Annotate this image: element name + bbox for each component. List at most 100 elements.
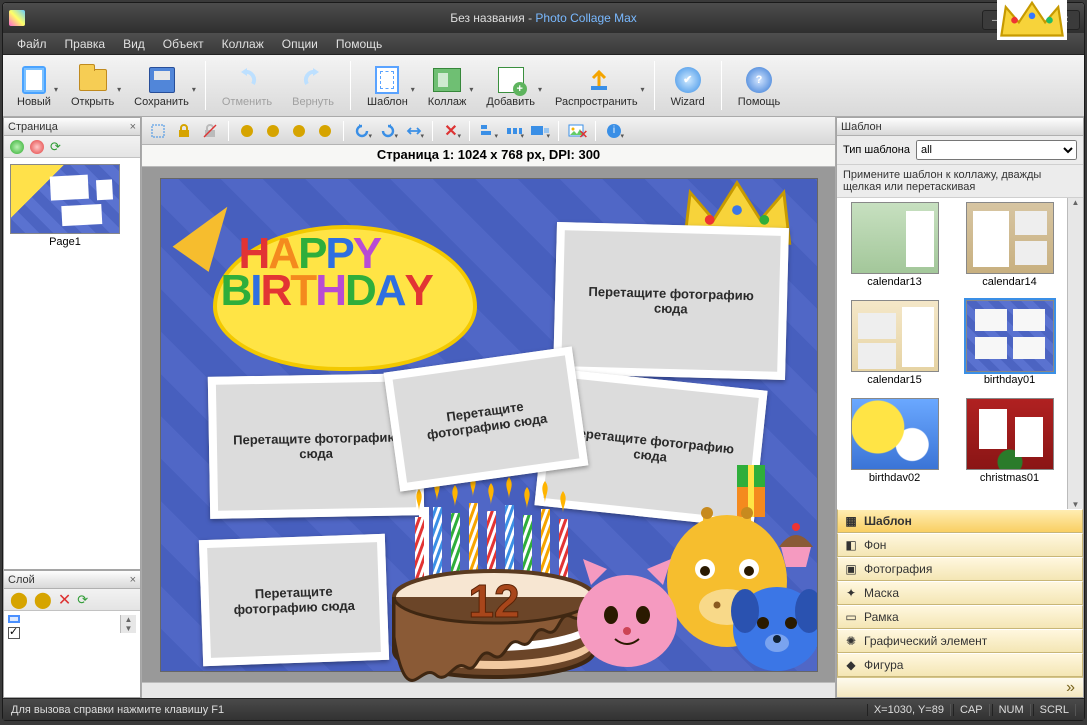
accordion-Фотография[interactable]: ▣ Фотография bbox=[837, 557, 1083, 581]
template-hint: Примените шаблон к коллажу, дважды щелка… bbox=[837, 165, 1083, 198]
menu-опции[interactable]: Опции bbox=[274, 35, 326, 53]
pages-list: Page1 bbox=[4, 158, 140, 569]
menu-вид[interactable]: Вид bbox=[115, 35, 153, 53]
layers-panel-close-icon[interactable]: × bbox=[130, 574, 136, 586]
template-calendar15[interactable]: calendar15 bbox=[841, 300, 948, 396]
accordion-expand-button[interactable]: » bbox=[837, 677, 1083, 697]
layer-visible-checkbox[interactable] bbox=[8, 627, 20, 639]
redo-icon bbox=[297, 64, 329, 96]
photo-placeholder-3[interactable]: Перетащите фотографию сюда bbox=[383, 346, 588, 491]
ws-flip-button[interactable]: ▾ bbox=[402, 120, 426, 142]
ws-delete-button[interactable]: ✕▾ bbox=[439, 120, 463, 142]
accordion-label: Фигура bbox=[864, 658, 903, 672]
collage-icon bbox=[431, 64, 463, 96]
canvas-h-scrollbar[interactable] bbox=[142, 682, 835, 698]
canvas-viewport[interactable]: HAPPY BIRTHDAY Перетащите фотографию сюд… bbox=[142, 167, 835, 682]
save-button[interactable]: Сохранить▾ bbox=[124, 55, 199, 116]
menu-bar: ФайлПравкаВидОбъектКоллажОпцииПомощь bbox=[3, 33, 1084, 55]
ws-order-1-button[interactable] bbox=[235, 120, 259, 142]
photo-placeholder-1[interactable]: Перетащите фотографию сюда bbox=[553, 221, 789, 379]
layers-scrollbar[interactable]: ▲▼ bbox=[120, 615, 136, 633]
accordion-Маска[interactable]: ✦Маска bbox=[837, 581, 1083, 605]
ws-select-all-button[interactable] bbox=[146, 120, 170, 142]
template-calendar13[interactable]: calendar13 bbox=[841, 202, 948, 298]
canvas[interactable]: HAPPY BIRTHDAY Перетащите фотографию сюд… bbox=[161, 179, 817, 671]
dropdown-caret-icon[interactable]: ▾ bbox=[466, 61, 476, 94]
window-title: Без названия - Photo Collage Max bbox=[3, 11, 1084, 25]
template-birthdav02[interactable]: birthdav02 bbox=[841, 398, 948, 494]
dropdown-caret-icon[interactable]: ▾ bbox=[408, 61, 418, 94]
ws-remove-image-button[interactable]: ✕ bbox=[565, 120, 589, 142]
wizard-label: Wizard bbox=[671, 96, 705, 108]
template-label: calendar15 bbox=[867, 374, 921, 386]
template-label: calendar13 bbox=[867, 276, 921, 288]
new-button[interactable]: Новый▾ bbox=[7, 55, 61, 116]
menu-файл[interactable]: Файл bbox=[9, 35, 55, 53]
templates-panel-header: Шаблон bbox=[837, 118, 1083, 136]
template-button[interactable]: Шаблон▾ bbox=[357, 55, 418, 116]
dropdown-caret-icon[interactable]: ▾ bbox=[114, 61, 124, 94]
layer-up-button[interactable]: ⬤ bbox=[10, 590, 28, 610]
menu-помощь[interactable]: Помощь bbox=[328, 35, 390, 53]
dropdown-caret-icon[interactable]: ▾ bbox=[638, 61, 648, 94]
menu-правка[interactable]: Правка bbox=[57, 35, 114, 53]
workspace-toolbar: ▾ ▾ ▾ ✕▾ ▾ ▾ ▾ ✕ i▾ bbox=[142, 117, 835, 145]
layer-down-button[interactable]: ⬤ bbox=[34, 590, 52, 610]
photo-placeholder-5[interactable]: Перетащите фотографию сюда bbox=[198, 533, 388, 665]
layer-item[interactable] bbox=[8, 615, 20, 623]
delete-page-button[interactable] bbox=[30, 140, 44, 154]
help-label: Помощь bbox=[738, 96, 781, 108]
share-button[interactable]: Распространить▾ bbox=[545, 55, 648, 116]
template-christmas01[interactable]: christmas01 bbox=[956, 398, 1063, 494]
accordion-Фон[interactable]: ◧Фон bbox=[837, 533, 1083, 557]
collage-button[interactable]: Коллаж▾ bbox=[418, 55, 477, 116]
animals-clipart[interactable] bbox=[557, 461, 817, 671]
accordion-Графический элемент[interactable]: ✺Графический элемент bbox=[837, 629, 1083, 653]
layer-delete-button[interactable]: ✕ bbox=[58, 590, 71, 610]
refresh-layers-button[interactable]: ⟳ bbox=[77, 592, 88, 608]
help-button[interactable]: ?Помощь bbox=[728, 55, 791, 116]
wizard-button[interactable]: ✔Wizard bbox=[661, 55, 715, 116]
ws-unlock-button[interactable] bbox=[198, 120, 222, 142]
template-calendar14[interactable]: calendar14 bbox=[956, 202, 1063, 298]
template-type-select[interactable]: all bbox=[916, 140, 1077, 160]
refresh-pages-button[interactable]: ⟳ bbox=[50, 139, 61, 155]
wiz-icon: ✔ bbox=[672, 64, 704, 96]
menu-объект[interactable]: Объект bbox=[155, 35, 212, 53]
accordion-Рамка[interactable]: ▭Рамка bbox=[837, 605, 1083, 629]
template-label: calendar14 bbox=[982, 276, 1036, 288]
template-birthday01[interactable]: birthday01 bbox=[956, 300, 1063, 396]
accordion-icon: ▣ bbox=[844, 562, 858, 576]
templates-scrollbar[interactable]: ▲▼ bbox=[1067, 198, 1083, 509]
accordion-Шаблон[interactable]: ▦Шаблон bbox=[837, 509, 1083, 533]
template-thumb bbox=[851, 202, 939, 274]
ws-order-2-button[interactable] bbox=[261, 120, 285, 142]
accordion-label: Фотография bbox=[864, 562, 932, 576]
ws-lock-button[interactable] bbox=[172, 120, 196, 142]
dropdown-caret-icon[interactable]: ▾ bbox=[535, 61, 545, 94]
page-thumb[interactable]: Page1 bbox=[10, 164, 120, 250]
ws-distribute-button[interactable]: ▾ bbox=[502, 120, 526, 142]
ws-order-3-button[interactable] bbox=[287, 120, 311, 142]
main-toolbar: Новый▾Открыть▾Сохранить▾ОтменитьВернутьШ… bbox=[3, 55, 1084, 117]
add-page-button[interactable] bbox=[10, 140, 24, 154]
accordion-label: Маска bbox=[864, 586, 899, 600]
ws-fit-button[interactable]: ▾ bbox=[528, 120, 552, 142]
dropdown-caret-icon[interactable]: ▾ bbox=[51, 61, 61, 94]
template-label: Шаблон bbox=[367, 96, 408, 108]
open-button[interactable]: Открыть▾ bbox=[61, 55, 124, 116]
accordion-Фигура[interactable]: ◆Фигура bbox=[837, 653, 1083, 677]
ws-order-4-button[interactable] bbox=[313, 120, 337, 142]
share-label: Распространить bbox=[555, 96, 638, 108]
happy-birthday-clipart[interactable]: HAPPY BIRTHDAY bbox=[177, 185, 497, 385]
ws-info-button[interactable]: i▾ bbox=[602, 120, 626, 142]
pages-panel-close-icon[interactable]: × bbox=[130, 121, 136, 133]
add-button[interactable]: Добавить▾ bbox=[476, 55, 545, 116]
menu-коллаж[interactable]: Коллаж bbox=[214, 35, 272, 53]
template-type-label: Тип шаблона bbox=[843, 144, 910, 156]
ws-rotate-left-button[interactable]: ▾ bbox=[350, 120, 374, 142]
ws-align-button[interactable]: ▾ bbox=[476, 120, 500, 142]
dropdown-caret-icon[interactable]: ▾ bbox=[189, 61, 199, 94]
ws-rotate-right-button[interactable]: ▾ bbox=[376, 120, 400, 142]
title-bar: Без названия - Photo Collage Max — ▢ ✕ bbox=[3, 3, 1084, 33]
